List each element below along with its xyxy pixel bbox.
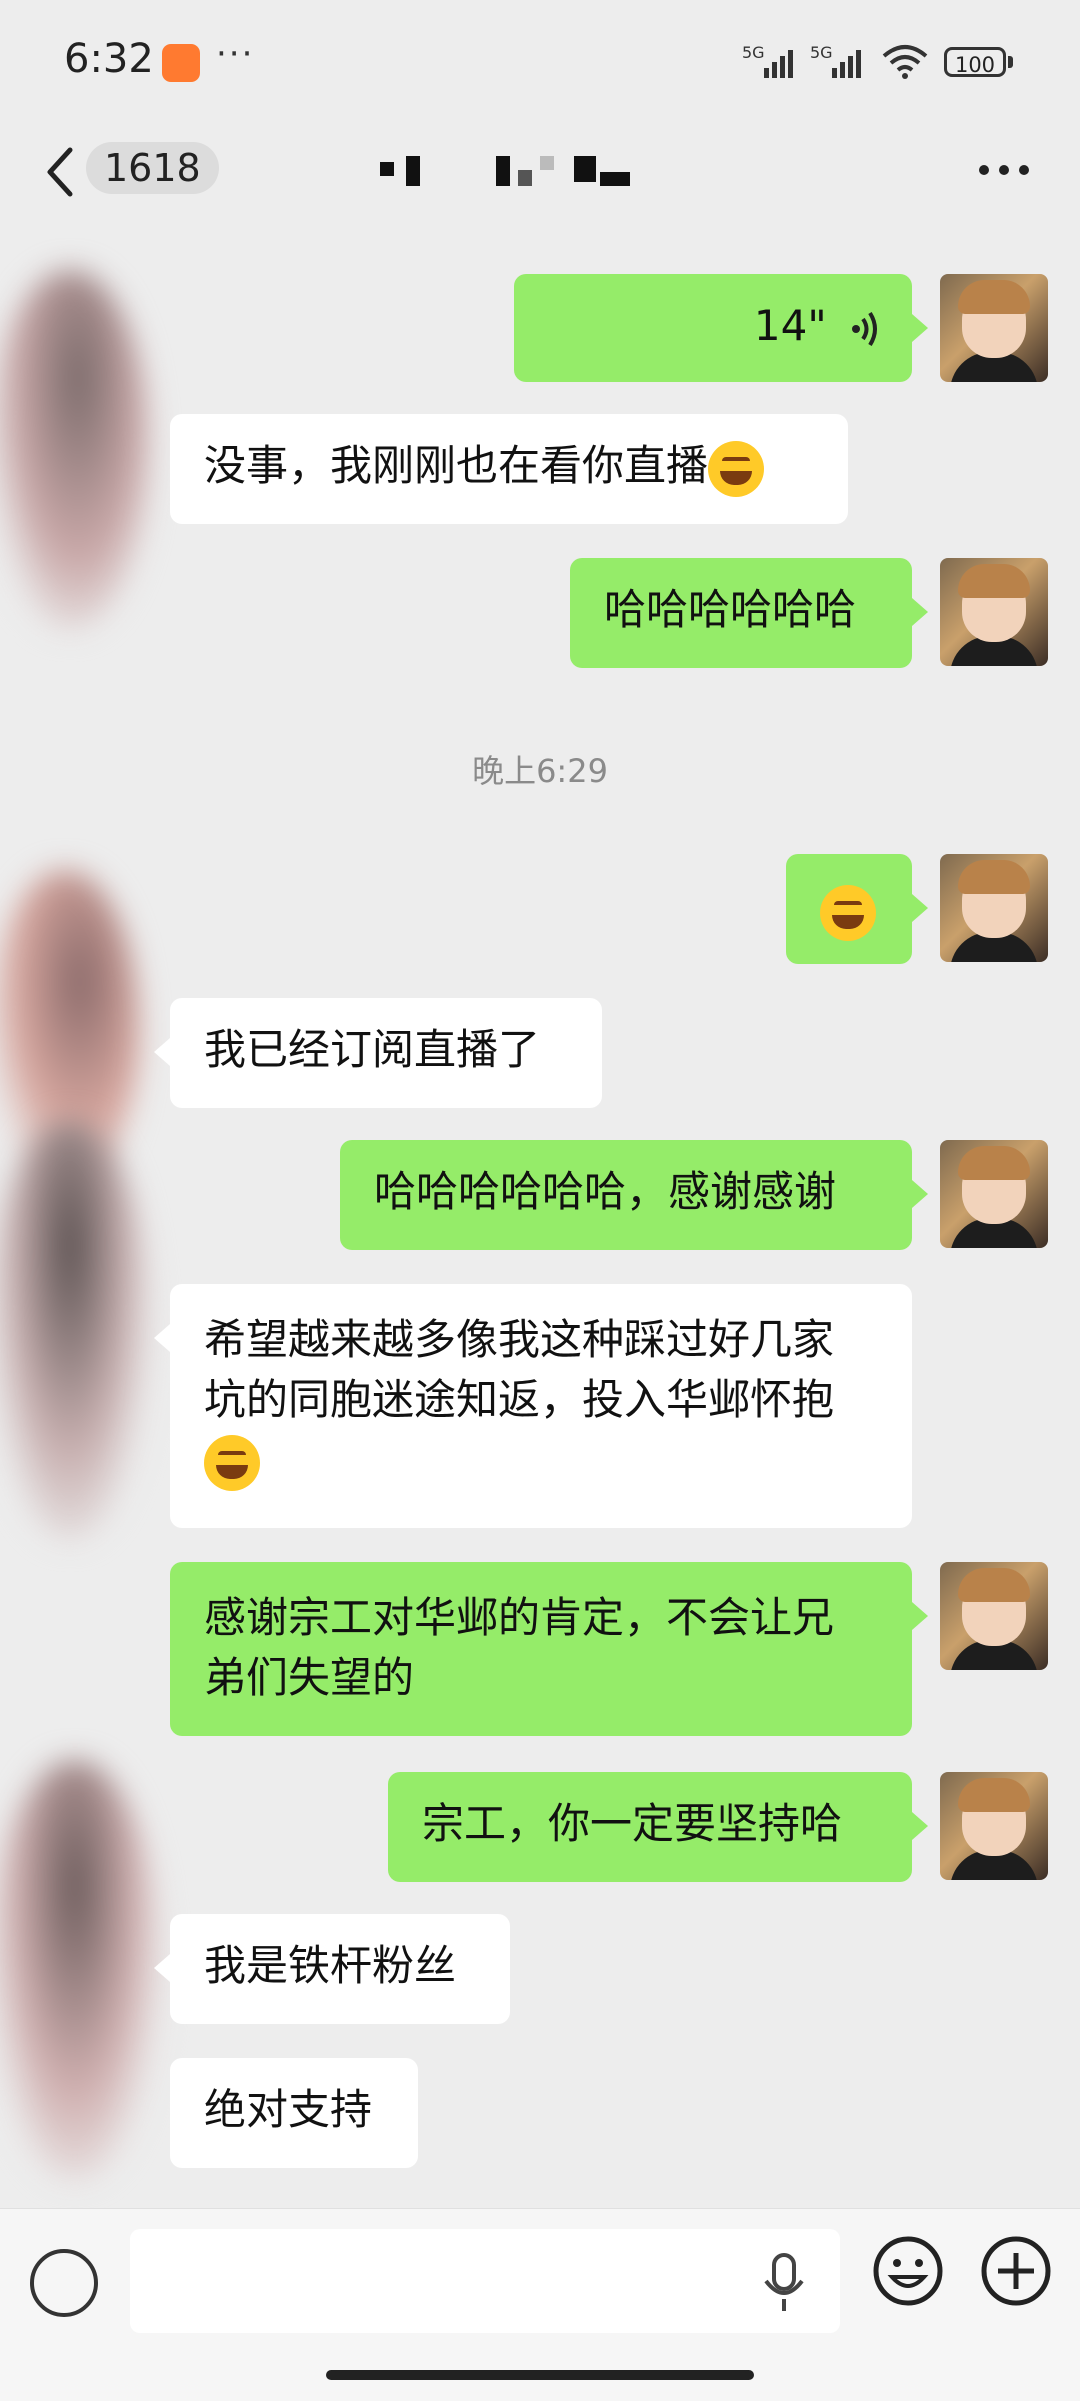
contact-avatar[interactable] xyxy=(0,270,150,630)
contact-avatar[interactable] xyxy=(0,1760,160,2180)
my-avatar[interactable] xyxy=(940,1140,1048,1248)
message-text: 没事，我刚刚也在看你直播 xyxy=(204,441,709,490)
voice-message-bubble[interactable]: 14" xyxy=(514,274,912,382)
emoji-message-bubble[interactable] xyxy=(786,854,912,964)
chat-title-redacted xyxy=(380,156,630,186)
my-avatar[interactable] xyxy=(940,1772,1048,1880)
message-bubble[interactable]: 宗工，你一定要坚持哈 xyxy=(388,1772,912,1882)
contact-avatar[interactable] xyxy=(0,1120,150,1540)
message-text-line: 坑的同胞迷途知返，投入华邺怀抱 xyxy=(204,1375,835,1424)
tears-of-joy-emoji-icon xyxy=(708,440,765,497)
message-bubble[interactable]: 感谢宗工对华邺的肯定，不会让兄 弟们失望的 xyxy=(170,1562,912,1736)
bubble-tail xyxy=(154,1324,170,1352)
message-text: 哈哈哈哈哈哈，感谢感谢 xyxy=(374,1167,837,1216)
message-text: 宗工，你一定要坚持哈 xyxy=(422,1799,843,1848)
my-avatar[interactable] xyxy=(940,1562,1048,1670)
bubble-tail xyxy=(154,1954,170,1982)
more-icon[interactable] xyxy=(976,150,1032,190)
message-text-line: 感谢宗工对华邺的肯定，不会让兄 xyxy=(204,1593,835,1642)
bubble-tail xyxy=(912,894,928,922)
network-label: 5G xyxy=(742,44,765,62)
status-time: 6:32 xyxy=(64,36,154,82)
my-avatar[interactable] xyxy=(940,558,1048,666)
my-avatar[interactable] xyxy=(940,274,1048,382)
home-indicator[interactable] xyxy=(326,2370,754,2380)
grin-emoji-icon xyxy=(204,1434,260,1491)
chat-header: 1618 xyxy=(0,120,1080,232)
message-timestamp: 晚上6:29 xyxy=(472,752,608,790)
message-text: 绝对支持 xyxy=(204,2085,373,2134)
message-bubble[interactable]: 哈哈哈哈哈哈，感谢感谢 xyxy=(340,1140,912,1250)
network-label: 5G xyxy=(810,44,833,62)
emoji-icon[interactable] xyxy=(872,2235,944,2307)
bubble-tail xyxy=(912,314,928,342)
message-text: 我已经订阅直播了 xyxy=(204,1025,541,1074)
message-bubble[interactable]: 绝对支持 xyxy=(170,2058,418,2168)
message-bubble[interactable]: 我已经订阅直播了 xyxy=(170,998,602,1108)
mic-icon[interactable] xyxy=(762,2253,806,2313)
my-avatar[interactable] xyxy=(940,854,1048,962)
signal-icon: 5G xyxy=(742,44,793,78)
app-notification-icon xyxy=(162,44,200,82)
bubble-tail xyxy=(912,1602,928,1630)
message-text-line: 希望越来越多像我这种踩过好几家 xyxy=(204,1315,835,1364)
message-bubble[interactable]: 我是铁杆粉丝 xyxy=(170,1914,510,2024)
status-overflow: ··· xyxy=(216,34,255,74)
signal-icon: 5G xyxy=(810,44,861,78)
message-bubble[interactable]: 哈哈哈哈哈哈 xyxy=(570,558,912,668)
voice-icon[interactable] xyxy=(30,2249,98,2317)
message-bubble[interactable]: 没事，我刚刚也在看你直播 xyxy=(170,414,848,524)
message-text: 我是铁杆粉丝 xyxy=(204,1941,457,1990)
chevron-left-icon[interactable] xyxy=(40,142,80,202)
message-text: 哈哈哈哈哈哈 xyxy=(604,585,857,634)
voice-wave-icon xyxy=(852,311,877,346)
bubble-tail xyxy=(912,1812,928,1840)
wifi-icon xyxy=(882,45,928,79)
message-input[interactable] xyxy=(130,2229,840,2333)
bubble-tail xyxy=(912,598,928,626)
battery-indicator: 100 xyxy=(944,47,1006,77)
message-text-line: 弟们失望的 xyxy=(204,1653,415,1702)
bubble-tail xyxy=(912,1180,928,1208)
status-bar: 6:32 ··· 5G 5G 100 xyxy=(0,0,1080,120)
unread-count-badge[interactable]: 1618 xyxy=(86,142,219,194)
voice-duration: 14" xyxy=(753,301,827,350)
battery-tip xyxy=(1008,56,1013,68)
message-bubble[interactable]: 希望越来越多像我这种踩过好几家 坑的同胞迷途知返，投入华邺怀抱 xyxy=(170,1284,912,1528)
bubble-tail xyxy=(154,1038,170,1066)
face-palm-emoji-icon xyxy=(820,884,876,941)
plus-icon[interactable] xyxy=(980,2235,1052,2307)
